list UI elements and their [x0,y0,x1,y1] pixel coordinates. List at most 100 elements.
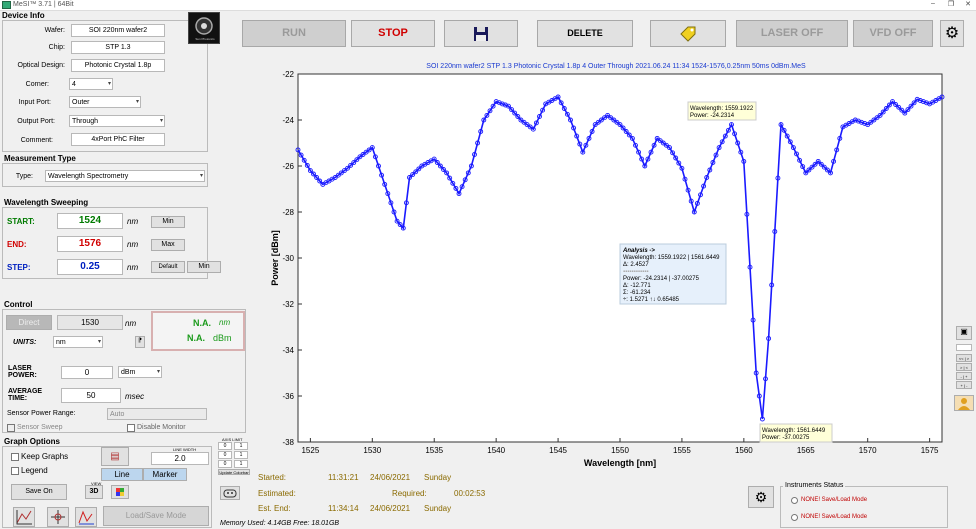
side-input[interactable] [956,344,972,351]
instrument-status: NONE! Save/Load Mode [801,497,868,503]
device-info-title: Device Info [2,11,45,20]
instrument-radio[interactable] [791,514,798,521]
laser-power-input[interactable]: 0 [61,366,113,379]
pin-icon[interactable]: ⁋ [135,336,145,348]
x-tick-label: 1540 [487,446,505,455]
instrument-status: NONE! Save/Load Mode [801,514,868,520]
run-button[interactable]: RUN [242,20,346,47]
disable-monitor-checkbox[interactable] [127,424,135,432]
instrument-radio[interactable] [791,497,798,504]
chart-settings-icon[interactable]: ▤ [101,447,129,466]
nav-zoom-in-y-button[interactable]: + | - [956,381,972,389]
readout-power: N.A. [187,333,205,343]
tag-button[interactable] [650,20,726,47]
toolbox-icon[interactable]: ▣ [956,326,972,340]
line-toggle-button[interactable]: Line [101,468,143,481]
chart-title: SOI 220nm wafer2 STP 1.3 Photonic Crysta… [426,63,806,70]
est-end-time: 11:34:14 [328,504,359,513]
direct-wavelength-input[interactable]: 1530 [57,315,123,330]
nav-zoom-out-x-button[interactable]: << | > [956,354,972,362]
y-tick-label: -22 [282,70,294,79]
minimize-icon[interactable]: – [927,0,939,10]
x-tick-label: 1530 [363,446,381,455]
chip-field[interactable]: STP 1.3 [71,41,165,54]
save-on-button[interactable]: Save On [11,484,67,500]
direct-button[interactable]: Direct [6,315,52,330]
measurement-type-panel: Type: Wavelength Spectrometry ▾ [2,163,208,187]
units-select[interactable]: nm ▾ [53,336,103,348]
save-button[interactable] [444,20,518,47]
start-min-button[interactable]: Min [151,216,185,228]
x-tick-label: 1555 [673,446,691,455]
legend-label: Legend [21,466,48,475]
svg-text:Wavelength: 1559.1922 | 1561.6: Wavelength: 1559.1922 | 1561.6449 [623,255,720,261]
axis-limit-input[interactable]: 1 [234,451,248,459]
end-input[interactable]: 1576 [57,236,123,252]
view-3d-button[interactable]: 3D [85,485,103,499]
nav-zoom-in-x-button[interactable]: > | < [956,363,972,371]
user-icon[interactable] [954,395,974,411]
legend-checkbox[interactable] [11,467,19,475]
vfd-off-button[interactable]: VFD OFF [853,20,933,47]
restore-icon[interactable]: ❐ [945,0,957,10]
instrument-settings-icon[interactable]: ⚙ [748,486,774,508]
marker-toggle-button[interactable]: Marker [143,468,187,481]
line-width-input[interactable]: 2.0 [151,452,209,465]
plot-icon[interactable] [13,507,35,527]
wafer-label: Wafer: [44,27,65,34]
app-icon [2,1,11,9]
svg-text:Σ: -61.234: Σ: -61.234 [623,290,651,296]
laser-unit-select[interactable]: dBm ▾ [118,366,162,378]
measurement-type-select[interactable]: Wavelength Spectrometry ▾ [45,170,205,182]
instruments-title: Instruments Status [783,482,846,489]
step-min-button[interactable]: Min [187,261,221,273]
gamepad-icon[interactable] [220,486,240,500]
nav-zoom-out-y-button[interactable]: - | + [956,372,972,380]
analysis-box: Analysis -> Wavelength: 1559.1922 | 1561… [619,243,727,305]
signal-icon[interactable] [75,507,97,527]
close-icon[interactable]: ✕ [962,0,974,10]
started-time: 11:31:21 [328,473,359,482]
x-tick-label: 1570 [859,446,877,455]
axis-limit-input[interactable]: 0 [218,442,232,450]
output-port-select[interactable]: Through ▾ [69,115,165,127]
zoom-icon[interactable] [47,507,69,527]
axis-limit-input[interactable]: 1 [234,460,248,468]
measurement-type-title: Measurement Type [4,154,76,163]
load-save-mode-button[interactable]: Load/Save Mode [103,506,209,526]
input-port-select[interactable]: Outer ▾ [69,96,141,108]
average-time-label: AVERAGE TIME: [8,388,43,402]
comment-field[interactable]: 4xPort PhC Filter [71,133,165,146]
svg-text:Power: -24.2314: Power: -24.2314 [690,113,735,119]
sensor-range-label: Sensor Power Range: [7,410,76,417]
sensor-sweep-checkbox[interactable] [7,424,15,432]
delete-button[interactable]: DELETE [537,20,633,47]
update-colorbar-button[interactable]: Update Colorbar [218,469,250,475]
sensor-range-select[interactable]: Auto [107,408,207,420]
floppy-icon [474,27,488,41]
wafer-field[interactable]: SOI 220nm wafer2 [71,24,165,37]
average-time-input[interactable]: 50 [61,388,121,403]
axis-limit-input[interactable]: 0 [218,460,232,468]
start-input[interactable]: 1524 [57,213,123,229]
y-tick-label: -28 [282,208,294,217]
axis-limit-input[interactable]: 0 [218,451,232,459]
svg-text:÷: 1.5271 ↑↓ 0.65485: ÷: 1.5271 ↑↓ 0.65485 [623,297,680,303]
colormap-icon[interactable] [111,485,129,499]
design-field[interactable]: Photonic Crystal 1.8p [71,59,165,72]
laser-off-button[interactable]: LASER OFF [736,20,848,47]
control-title: Control [4,300,33,309]
axis-limit-input[interactable]: 1 [234,442,248,450]
corner-select[interactable]: 4 ▾ [69,78,113,90]
end-max-button[interactable]: Max [151,239,185,251]
stop-button[interactable]: STOP [351,20,435,47]
svg-text:Δ: 2.4527: Δ: 2.4527 [623,262,649,268]
annotation-peak: Wavelength: 1559.1922 Power: -24.2314 [687,101,757,121]
gear-icon[interactable]: ⚙ [940,20,964,47]
keep-graphs-checkbox[interactable] [11,453,19,461]
step-default-button[interactable]: Default [151,261,185,273]
chevron-down-icon: ▾ [135,99,139,105]
step-input[interactable]: 0.25 [57,259,123,275]
spectrum-chart[interactable]: SOI 220nm wafer2 STP 1.3 Photonic Crysta… [258,56,950,470]
x-tick-label: 1535 [425,446,443,455]
